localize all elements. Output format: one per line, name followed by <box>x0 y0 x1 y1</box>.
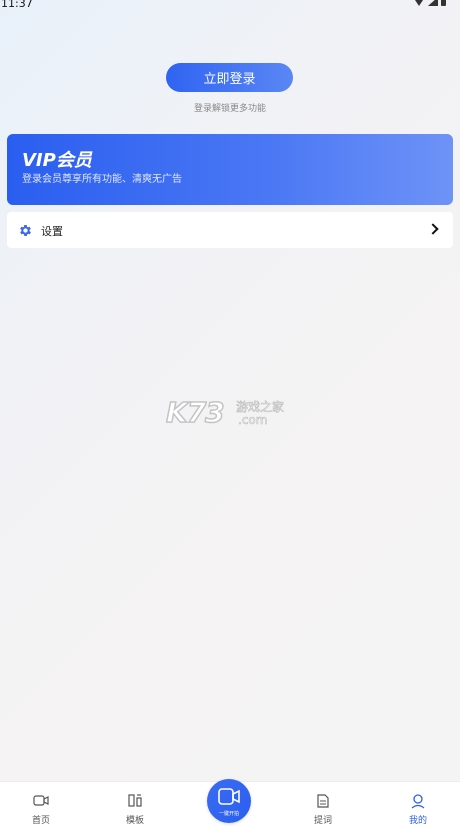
tab-home-label: 首页 <box>31 816 50 826</box>
vip-card[interactable]: VIP会员 登录会员尊享所有功能、清爽无广告 <box>7 134 453 205</box>
settings-row[interactable]: 设置 <box>7 212 453 248</box>
user-icon <box>411 794 425 809</box>
vip-subtitle: 登录会员尊享所有功能、清爽无广告 <box>22 174 182 185</box>
watermark-domain: .com <box>238 413 268 428</box>
tab-prompter[interactable]: 提词 <box>293 782 353 827</box>
battery-icon <box>441 0 446 6</box>
record-button[interactable]: 一键开拍 <box>207 779 251 823</box>
settings-label: 设置 <box>41 225 63 238</box>
video-camera-icon <box>33 795 49 806</box>
status-bar: 11:37 <box>0 0 460 12</box>
tab-mine[interactable]: 我的 <box>388 782 448 827</box>
chevron-right-icon <box>427 223 439 235</box>
wifi-icon <box>413 0 425 6</box>
tab-template-label: 模板 <box>125 816 144 826</box>
template-icon <box>128 794 142 807</box>
record-icon <box>218 788 240 805</box>
watermark-logo: K73 游戏之家 .com <box>165 395 296 432</box>
status-time: 11:37 <box>1 0 33 10</box>
tab-mine-label: 我的 <box>408 816 427 826</box>
bottom-tab-bar: 首页 模板 一键开拍 提词 我的 <box>0 779 460 827</box>
login-hint: 登录解锁更多功能 <box>193 104 266 114</box>
document-icon <box>317 794 329 808</box>
record-button-label: 一键开拍 <box>218 811 239 817</box>
tab-home[interactable]: 首页 <box>11 782 71 827</box>
watermark-brand: K73 <box>165 395 225 430</box>
status-icons <box>413 0 446 6</box>
login-button[interactable]: 立即登录 <box>166 63 293 92</box>
vip-title: VIP会员 <box>22 150 92 171</box>
gear-icon <box>20 225 31 236</box>
tab-prompter-label: 提词 <box>313 816 332 826</box>
signal-icon <box>428 0 438 6</box>
tab-template[interactable]: 模板 <box>105 782 165 827</box>
